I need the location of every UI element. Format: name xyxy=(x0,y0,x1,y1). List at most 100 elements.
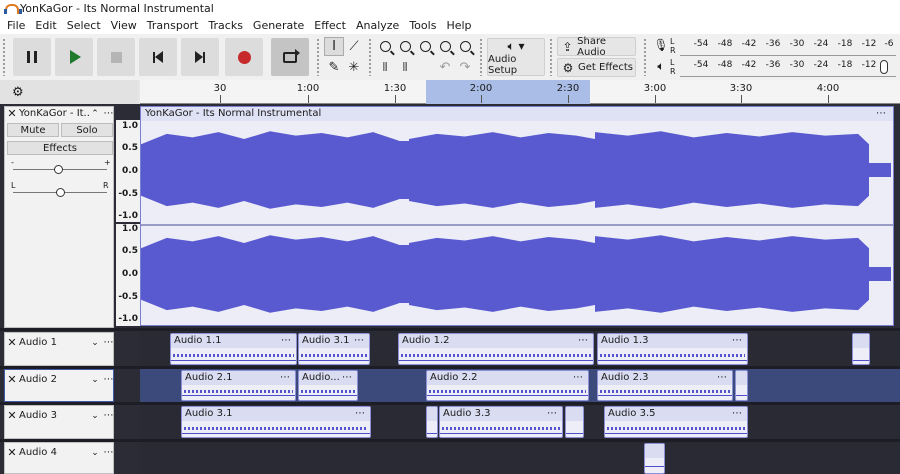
pan-slider-thumb[interactable] xyxy=(56,188,65,197)
close-track-icon[interactable]: ✕ xyxy=(5,336,19,349)
track-header[interactable]: ✕ Audio 4 ⌄ ⋯ xyxy=(5,446,115,459)
clip-menu-icon[interactable]: ⋯ xyxy=(280,371,291,385)
close-track-icon[interactable]: ✕ xyxy=(5,409,19,422)
close-track-icon[interactable]: ✕ xyxy=(5,107,19,120)
skip-to-end-button[interactable] xyxy=(181,38,219,76)
meter-grip[interactable] xyxy=(643,38,647,76)
menu-transport[interactable]: Transport xyxy=(142,17,204,34)
clip-menu-icon[interactable]: ⋯ xyxy=(355,407,366,421)
chevron-down-icon[interactable]: ⌄ xyxy=(89,338,101,348)
menu-effect[interactable]: Effect xyxy=(309,17,351,34)
playback-speaker-icon[interactable]: 🔈︎ xyxy=(654,58,668,74)
edit-grip[interactable] xyxy=(368,38,372,76)
clip-menu-icon[interactable]: ⋯ xyxy=(732,407,743,421)
clip-audio-3-1-in-track-1[interactable]: Audio 3.1 ⋯ xyxy=(298,333,370,365)
track-header[interactable]: ✕ Audio 2 ⌄ ⋯ xyxy=(5,373,115,386)
clip-audio-3-4[interactable] xyxy=(565,406,584,438)
gain-slider-thumb[interactable] xyxy=(54,165,63,174)
clip-audio-3-3[interactable]: Audio 3.3 ⋯ xyxy=(439,406,563,438)
track-control-panel-audio-4[interactable]: ✕ Audio 4 ⌄ ⋯ xyxy=(4,442,114,474)
playback-meter[interactable]: L R -54 -48 -42 -36 -30 -24 -18 -12 xyxy=(670,57,896,77)
tools-grip[interactable] xyxy=(316,38,320,76)
toolbar-grip[interactable] xyxy=(2,38,6,76)
envelope-tool-button[interactable]: ⟋ xyxy=(344,37,364,56)
close-track-icon[interactable]: ✕ xyxy=(5,446,19,459)
timeline-options[interactable]: ⚙ xyxy=(0,80,138,104)
share-grip[interactable] xyxy=(549,38,553,76)
lane-audio-4[interactable] xyxy=(140,442,900,474)
fit-selection-button[interactable] xyxy=(415,37,435,56)
clip-audio-1-4[interactable] xyxy=(852,333,870,365)
audio-setup-button[interactable]: 🔈︎ ▾ Audio Setup xyxy=(487,38,545,76)
clip-audio-2-1[interactable]: Audio 2.1 ⋯ xyxy=(181,370,296,401)
track-name[interactable]: YonKaGor - It... xyxy=(19,108,89,119)
track-name[interactable]: Audio 3 xyxy=(19,410,89,421)
menu-file[interactable]: File xyxy=(2,17,30,34)
zoom-toggle-button[interactable] xyxy=(455,37,475,56)
record-button[interactable] xyxy=(225,38,263,76)
recording-meter[interactable]: L R -54 -48 -42 -36 -30 -24 -18 -12 -6 xyxy=(670,36,896,56)
multi-tool-button[interactable]: ✳ xyxy=(344,58,364,77)
menu-tracks[interactable]: Tracks xyxy=(203,17,248,34)
track-header[interactable]: ✕ Audio 3 ⌄ ⋯ xyxy=(5,409,115,422)
main-audio-clip[interactable]: YonKaGor - Its Normal Instrumental ⋯ xyxy=(140,106,894,326)
gear-icon[interactable]: ⚙ xyxy=(12,85,24,100)
stop-button[interactable] xyxy=(97,38,135,76)
clip-menu-icon[interactable]: ⋯ xyxy=(717,371,728,385)
clip-menu-icon[interactable]: ⋯ xyxy=(354,334,365,348)
track-menu-icon[interactable]: ⋯ xyxy=(101,410,115,421)
track-menu-icon[interactable]: ⋯ xyxy=(101,447,115,458)
track-control-panel-audio-2[interactable]: ✕ Audio 2 ⌄ ⋯ xyxy=(4,369,114,402)
clip-menu-icon[interactable]: ⋯ xyxy=(732,334,743,348)
track-menu-icon[interactable]: ⋯ xyxy=(101,374,115,385)
clip-menu-icon[interactable]: ⋯ xyxy=(876,107,887,121)
close-track-icon[interactable]: ✕ xyxy=(5,373,19,386)
selection-tool-button[interactable]: I xyxy=(324,37,344,56)
play-button[interactable] xyxy=(55,38,93,76)
chevron-down-icon[interactable]: ⌄ xyxy=(89,375,101,385)
clip-audio-2-x[interactable]: Audio... ⋯ xyxy=(298,370,358,401)
menu-edit[interactable]: Edit xyxy=(30,17,61,34)
clip-menu-icon[interactable]: ⋯ xyxy=(342,371,353,385)
solo-button[interactable]: Solo xyxy=(61,123,113,137)
track-header[interactable]: ✕ YonKaGor - It... ⌃ ⋯ xyxy=(5,107,115,120)
clip-audio-2-2[interactable]: Audio 2.2 ⋯ xyxy=(426,370,589,401)
undo-button[interactable]: ↶ xyxy=(435,58,455,77)
chevron-down-icon[interactable]: ⌄ xyxy=(89,448,101,458)
track-header[interactable]: ✕ Audio 1 ⌄ ⋯ xyxy=(5,336,115,349)
menu-tools[interactable]: Tools xyxy=(404,17,441,34)
clip-menu-icon[interactable]: ⋯ xyxy=(281,334,292,348)
menu-select[interactable]: Select xyxy=(62,17,106,34)
fit-project-button[interactable] xyxy=(435,37,455,56)
clip-audio-2-3[interactable]: Audio 2.3 ⋯ xyxy=(597,370,733,401)
zoom-in-button[interactable] xyxy=(375,37,395,56)
track-control-panel-audio-3[interactable]: ✕ Audio 3 ⌄ ⋯ xyxy=(4,405,114,439)
trim-audio-button[interactable]: ⫼ xyxy=(375,58,395,77)
clip-header[interactable]: YonKaGor - Its Normal Instrumental ⋯ xyxy=(141,107,893,121)
amplitude-scale-right[interactable]: 1.0 0.5 0.0 -0.5 -1.0 xyxy=(116,224,140,326)
clip-audio-1-2[interactable]: Audio 1.2 ⋯ xyxy=(398,333,594,365)
collapse-icon[interactable]: ⌃ xyxy=(89,109,101,119)
track-name[interactable]: Audio 2 xyxy=(19,374,89,385)
track-name[interactable]: Audio 1 xyxy=(19,337,89,348)
pause-button[interactable] xyxy=(13,38,51,76)
track-area[interactable]: ✕ YonKaGor - It... ⌃ ⋯ Mute Solo Effects… xyxy=(0,104,900,474)
skip-to-start-button[interactable] xyxy=(139,38,177,76)
draw-tool-button[interactable]: ✎ xyxy=(324,58,344,77)
menu-help[interactable]: Help xyxy=(441,17,476,34)
track-name[interactable]: Audio 4 xyxy=(19,447,89,458)
share-audio-button[interactable]: ⇪ Share Audio xyxy=(557,36,636,58)
clip-menu-icon[interactable]: ⋯ xyxy=(573,371,584,385)
amplitude-scale-left[interactable]: 1.0 0.5 0.0 -0.5 -1.0 xyxy=(116,120,140,222)
loop-button[interactable] xyxy=(271,38,309,76)
menu-analyze[interactable]: Analyze xyxy=(351,17,404,34)
clip-audio-3-2[interactable] xyxy=(426,406,438,438)
mute-button[interactable]: Mute xyxy=(7,123,59,137)
menu-view[interactable]: View xyxy=(106,17,142,34)
silence-audio-button[interactable]: ⫼ xyxy=(395,58,415,77)
clip-menu-icon[interactable]: ⋯ xyxy=(578,334,589,348)
track-control-panel[interactable]: ✕ YonKaGor - It... ⌃ ⋯ Mute Solo Effects… xyxy=(4,106,114,328)
effects-button[interactable]: Effects xyxy=(7,141,113,155)
track-control-panel-audio-1[interactable]: ✕ Audio 1 ⌄ ⋯ xyxy=(4,332,114,366)
clip-menu-icon[interactable]: ⋯ xyxy=(547,407,558,421)
